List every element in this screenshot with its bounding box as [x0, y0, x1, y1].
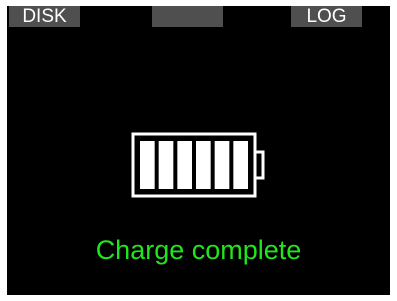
- softkey-disk[interactable]: DISK: [9, 6, 80, 27]
- battery-segment: [196, 141, 211, 189]
- battery-terminal: [253, 150, 265, 180]
- softkey-log[interactable]: LOG: [291, 6, 362, 27]
- battery-segment: [233, 141, 248, 189]
- softkey-log-label: LOG: [306, 6, 347, 27]
- charge-status-message: Charge complete: [95, 235, 302, 265]
- device-screen: DISK LOG Charge complete: [7, 6, 390, 295]
- battery-segment: [158, 141, 174, 189]
- battery-segments: [140, 141, 248, 189]
- softkey-middle[interactable]: [152, 6, 223, 27]
- softkey-disk-label: DISK: [22, 6, 67, 27]
- battery-segment: [177, 141, 192, 189]
- battery-full-icon: [131, 132, 265, 198]
- battery-segment: [140, 141, 155, 189]
- battery-segment: [214, 141, 230, 189]
